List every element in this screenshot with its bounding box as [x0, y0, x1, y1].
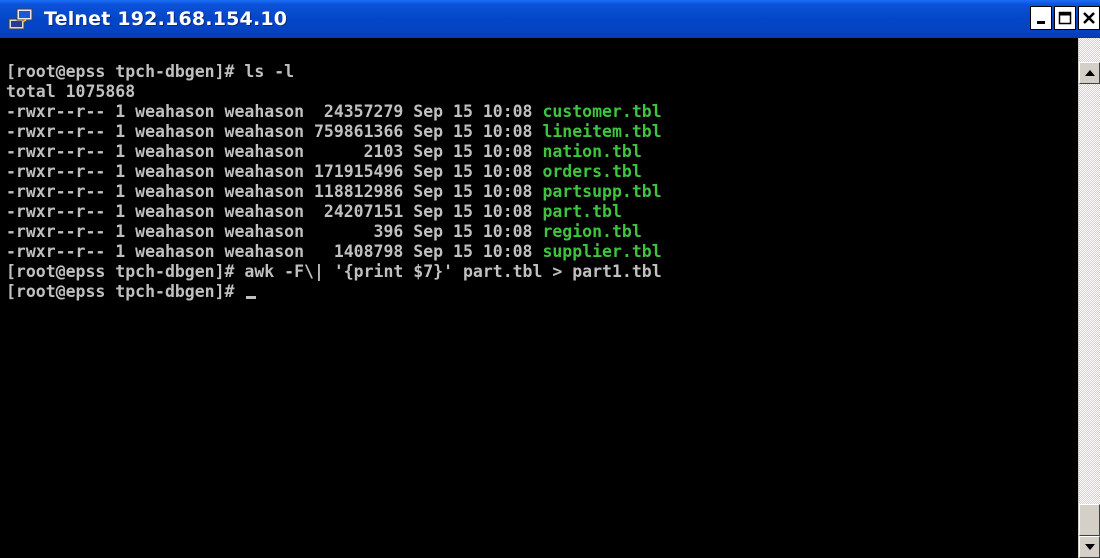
terminal-line: [root@epss tpch-dbgen]# awk -F\| '{print… — [6, 262, 662, 281]
file-name: partsupp.tbl — [542, 182, 662, 201]
minimize-button[interactable] — [1030, 6, 1052, 30]
telnet-computer-icon[interactable] — [8, 7, 34, 31]
scroll-up-button[interactable] — [1079, 62, 1100, 84]
close-icon — [1083, 12, 1095, 24]
file-name: nation.tbl — [542, 142, 642, 161]
terminal-line: -rwxr--r-- 1 weahason weahason 171915496… — [6, 162, 642, 181]
terminal-line: -rwxr--r-- 1 weahason weahason 2103 Sep … — [6, 142, 642, 161]
vertical-scrollbar[interactable] — [1078, 38, 1100, 558]
file-name: part.tbl — [542, 202, 622, 221]
minimize-icon — [1037, 21, 1045, 24]
terminal-line: -rwxr--r-- 1 weahason weahason 1408798 S… — [6, 242, 662, 261]
file-name: region.tbl — [542, 222, 642, 241]
maximize-icon — [1058, 11, 1072, 25]
terminal-prompt-line: [root@epss tpch-dbgen]# — [6, 282, 1078, 302]
telnet-window: Telnet 192.168.154.10 [root@epss tpch-db… — [0, 0, 1100, 558]
file-name: supplier.tbl — [542, 242, 662, 261]
scrollbar-thumb[interactable] — [1079, 504, 1100, 536]
terminal-line: -rwxr--r-- 1 weahason weahason 24357279 … — [6, 102, 662, 121]
close-button[interactable] — [1078, 6, 1100, 30]
window-controls — [1030, 6, 1100, 30]
terminal-line: total 1075868 — [6, 82, 136, 101]
scroll-down-button[interactable] — [1079, 536, 1100, 558]
terminal-output[interactable]: [root@epss tpch-dbgen]# ls -l total 1075… — [0, 38, 1078, 558]
title-bar[interactable]: Telnet 192.168.154.10 — [0, 0, 1100, 38]
terminal-line: -rwxr--r-- 1 weahason weahason 759861366… — [6, 122, 662, 141]
text-cursor — [246, 296, 257, 299]
file-name: customer.tbl — [542, 102, 662, 121]
file-name: orders.tbl — [542, 162, 642, 181]
terminal-line: -rwxr--r-- 1 weahason weahason 396 Sep 1… — [6, 222, 642, 241]
file-name: lineitem.tbl — [542, 122, 662, 141]
maximize-button[interactable] — [1054, 6, 1076, 30]
terminal-line: -rwxr--r-- 1 weahason weahason 118812986… — [6, 182, 662, 201]
terminal-line: -rwxr--r-- 1 weahason weahason 24207151 … — [6, 202, 622, 221]
arrow-down-icon — [1084, 544, 1095, 550]
arrow-up-icon — [1084, 70, 1095, 76]
terminal-line: [root@epss tpch-dbgen]# ls -l — [6, 62, 295, 81]
window-title: Telnet 192.168.154.10 — [44, 8, 288, 30]
